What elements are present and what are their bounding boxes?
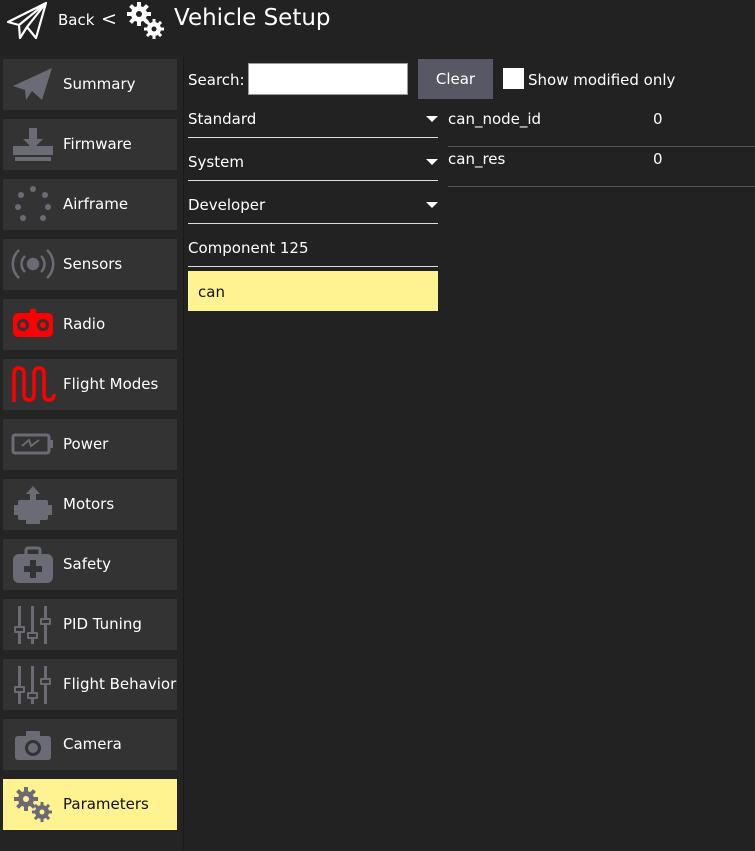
- chevron-down-icon: [426, 202, 438, 208]
- back-button[interactable]: Back: [58, 11, 94, 29]
- param-value: 0: [653, 150, 663, 168]
- chevron-down-icon: [426, 159, 438, 165]
- paper-plane-icon: [13, 68, 52, 100]
- sidebar-item-summary[interactable]: Summary: [3, 59, 177, 110]
- group-label: Developer: [188, 196, 266, 214]
- sidebar-item-motors[interactable]: Motors: [3, 479, 177, 530]
- clear-button[interactable]: Clear: [418, 59, 493, 99]
- sidebar-item-camera[interactable]: Camera: [3, 719, 177, 770]
- group-item-label: can: [198, 283, 225, 301]
- sidebar-item-label: Safety: [63, 555, 111, 573]
- medkit-icon: [13, 546, 53, 583]
- dots-circle-icon: [15, 186, 51, 221]
- show-modified-label[interactable]: Show modified only: [528, 71, 675, 89]
- radio-controller-icon: [13, 309, 53, 337]
- header-bar: Back < Vehicle Setup: [0, 0, 755, 40]
- sidebar-item-label: Motors: [63, 495, 115, 513]
- search-label: Search:: [188, 71, 245, 89]
- page-title: Vehicle Setup: [174, 5, 331, 31]
- paper-plane-back-icon[interactable]: [6, 0, 50, 42]
- sidebar-item-label: Sensors: [63, 255, 123, 273]
- group-label: System: [188, 153, 244, 171]
- sidebar-item-power[interactable]: Power: [3, 419, 177, 470]
- group-label: Standard: [188, 110, 257, 128]
- sidebar-item-label: Airframe: [63, 195, 129, 213]
- sidebar-item-label: Radio: [63, 315, 106, 333]
- search-input[interactable]: [248, 63, 408, 95]
- param-row[interactable]: can_res 0: [448, 148, 755, 187]
- sidebar-item-label: Parameters: [63, 795, 149, 813]
- motor-icon: [14, 486, 52, 524]
- sidebar-item-safety[interactable]: Safety: [3, 539, 177, 590]
- show-modified-checkbox[interactable]: [503, 68, 524, 89]
- radio-waves-icon: [11, 249, 55, 279]
- sliders-icon: [14, 666, 51, 704]
- sidebar-item-label: Flight Behavior: [63, 675, 177, 693]
- sidebar-item-parameters[interactable]: Parameters: [3, 779, 177, 830]
- sidebar-item-label: Firmware: [63, 135, 132, 153]
- camera-icon: [15, 731, 51, 760]
- group-item-can[interactable]: can: [188, 271, 438, 311]
- download-icon: [13, 128, 53, 161]
- wave-icon: [12, 366, 56, 402]
- sidebar-item-pid-tuning[interactable]: PID Tuning: [3, 599, 177, 650]
- sidebar-item-label: PID Tuning: [63, 615, 142, 633]
- sidebar-item-flight-behavior[interactable]: Flight Behavior: [3, 659, 177, 710]
- sidebar-item-airframe[interactable]: Airframe: [3, 179, 177, 230]
- battery-icon: [11, 433, 53, 455]
- sidebar-item-label: Camera: [63, 735, 122, 753]
- group-system[interactable]: System: [188, 150, 438, 181]
- sidebar-item-flight-modes[interactable]: Flight Modes: [3, 359, 177, 410]
- sidebar-item-radio[interactable]: Radio: [3, 299, 177, 350]
- sidebar-item-label: Summary: [63, 75, 136, 93]
- group-component: Component 125: [188, 236, 438, 267]
- group-developer[interactable]: Developer: [188, 193, 438, 224]
- breadcrumb-separator: <: [101, 8, 117, 30]
- sidebar-item-firmware[interactable]: Firmware: [3, 119, 177, 170]
- param-name: can_node_id: [448, 110, 542, 128]
- group-label: Component 125: [188, 239, 309, 257]
- param-name: can_res: [448, 150, 506, 168]
- gears-icon: [14, 787, 52, 822]
- sidebar-item-label: Power: [63, 435, 109, 453]
- chevron-down-icon: [426, 116, 438, 122]
- sliders-icon: [14, 606, 51, 644]
- gears-icon: [127, 2, 164, 39]
- sidebar-item-sensors[interactable]: Sensors: [3, 239, 177, 290]
- sidebar-item-label: Flight Modes: [63, 375, 159, 393]
- param-value: 0: [653, 110, 663, 128]
- group-standard[interactable]: Standard: [188, 107, 438, 138]
- param-row[interactable]: can_node_id 0: [448, 108, 755, 147]
